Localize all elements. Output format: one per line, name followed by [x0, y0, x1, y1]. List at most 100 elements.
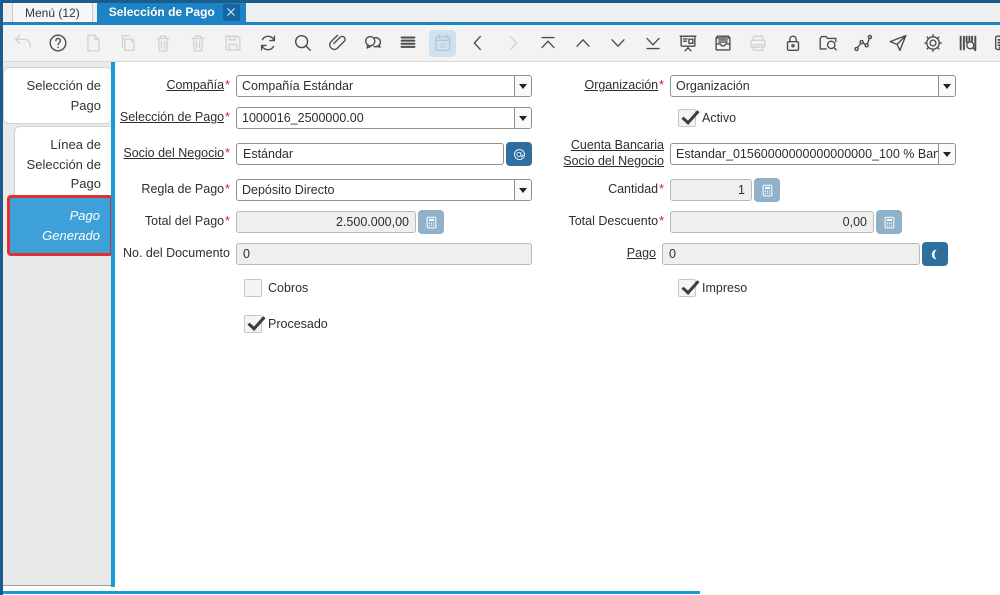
organizacion-select[interactable]: Organización [670, 75, 956, 97]
required-marker: * [659, 182, 664, 196]
business-partner-info-button[interactable] [506, 142, 532, 166]
no-documento-input[interactable]: 0 [236, 243, 532, 265]
organizacion-label[interactable]: Organización* [532, 78, 664, 94]
seleccion-pago-label[interactable]: Selección de Pago* [117, 110, 230, 126]
required-marker: * [659, 78, 664, 92]
impreso-label: Impreso [702, 281, 747, 295]
help-icon[interactable] [44, 30, 71, 57]
calculator-button[interactable] [754, 178, 780, 202]
workflow-icon[interactable] [849, 30, 876, 57]
toolbar: 31 [3, 25, 1000, 62]
chevron-left-icon[interactable] [464, 30, 491, 57]
sidebar-tab-seleccion-de-pago[interactable]: Selección de Pago [3, 67, 111, 124]
sidebar-tab-label: Pago Generado [20, 206, 100, 245]
delete-selection-icon [184, 30, 211, 57]
report-icon[interactable] [674, 30, 701, 57]
previous-record-icon[interactable] [569, 30, 596, 57]
calculator-icon [882, 215, 897, 230]
chat-icon[interactable] [359, 30, 386, 57]
sidebar-tab-label: Selección de Pago [27, 78, 101, 113]
cantidad-input[interactable]: 1 [670, 179, 752, 201]
close-icon[interactable] [223, 4, 240, 21]
calculator-icon [424, 215, 439, 230]
last-record-icon[interactable] [639, 30, 666, 57]
product-info-icon[interactable] [954, 30, 981, 57]
form-panel: Compañía* Compañía Estándar Organización… [115, 62, 1000, 586]
calculator-icon [760, 183, 775, 198]
tab-menu[interactable]: Menú (12) [12, 2, 93, 22]
seleccion-pago-select[interactable]: 1000016_2500000.00 [236, 107, 532, 129]
tab-active-label: Selección de Pago [109, 5, 215, 19]
cuenta-bancaria-value: Estandar_01560000000000000000_100 % Banc… [671, 144, 938, 164]
socio-input[interactable]: Estándar [236, 143, 504, 165]
refresh-icon[interactable] [254, 30, 281, 57]
cobros-label: Cobros [268, 281, 308, 295]
required-marker: * [225, 110, 230, 124]
calculator-button[interactable] [418, 210, 444, 234]
find-icon[interactable] [289, 30, 316, 57]
pago-zoom-button[interactable] [922, 242, 948, 266]
crescent-icon [928, 247, 943, 262]
total-descuento-input[interactable]: 0,00 [670, 211, 874, 233]
pago-input[interactable]: 0 [662, 243, 920, 265]
chevron-down-icon[interactable] [514, 76, 531, 96]
new-record-icon [79, 30, 106, 57]
activo-label: Activo [702, 111, 736, 125]
archive-icon[interactable] [709, 30, 736, 57]
organizacion-value: Organización [671, 76, 938, 96]
zoom-across-icon[interactable] [814, 30, 841, 57]
first-record-icon[interactable] [534, 30, 561, 57]
window-top-border [0, 0, 1000, 3]
print-icon [744, 30, 771, 57]
window-tabbar: Menú (12) Selección de Pago [0, 3, 1000, 25]
calendar-icon[interactable]: 31 [429, 30, 456, 57]
sidebar-divider [111, 62, 115, 587]
preference-icon[interactable] [919, 30, 946, 57]
no-documento-label: No. del Documento [117, 246, 230, 262]
total-pago-input[interactable]: 2.500.000,00 [236, 211, 416, 233]
procesado-checkbox[interactable] [244, 315, 262, 333]
chevron-down-icon[interactable] [514, 180, 531, 200]
required-marker: * [225, 78, 230, 92]
chevron-down-icon[interactable] [938, 76, 955, 96]
cuenta-bancaria-select[interactable]: Estandar_01560000000000000000_100 % Banc… [670, 143, 956, 165]
chevron-down-icon[interactable] [938, 144, 955, 164]
compania-select[interactable]: Compañía Estándar [236, 75, 532, 97]
socio-label[interactable]: Socio del Negocio* [117, 146, 230, 162]
tab-seleccion-de-pago[interactable]: Selección de Pago [97, 2, 246, 22]
calculator-button[interactable] [876, 210, 902, 234]
impreso-checkbox[interactable] [678, 279, 696, 297]
chevron-right-icon [499, 30, 526, 57]
compania-label[interactable]: Compañía* [117, 78, 230, 94]
send-icon[interactable] [884, 30, 911, 57]
grid-toggle-icon[interactable] [394, 30, 421, 57]
cantidad-label: Cantidad* [532, 182, 664, 198]
south-panel-edge[interactable] [0, 591, 700, 594]
sidebar-tab-linea-de-seleccion-de-pago[interactable]: Línea de Selección de Pago [14, 126, 111, 203]
cobros-checkbox[interactable] [244, 279, 262, 297]
activo-checkbox[interactable] [678, 109, 696, 127]
regla-pago-value: Depósito Directo [237, 180, 514, 200]
chevron-down-icon[interactable] [514, 108, 531, 128]
attachment-icon[interactable] [324, 30, 351, 57]
cuenta-bancaria-label[interactable]: Cuenta Bancaria Socio del Negocio [532, 138, 664, 169]
tab-menu-label: Menú (12) [25, 6, 80, 20]
seleccion-pago-value: 1000016_2500000.00 [237, 108, 514, 128]
copy-record-icon [114, 30, 141, 57]
required-marker: * [225, 146, 230, 160]
contact-icon [512, 147, 527, 162]
required-marker: * [225, 182, 230, 196]
log-icon[interactable] [989, 30, 1000, 57]
sidebar: Selección de Pago Línea de Selección de … [3, 62, 111, 586]
sidebar-tab-label: Línea de Selección de Pago [27, 137, 101, 191]
lock-icon[interactable] [779, 30, 806, 57]
regla-pago-label: Regla de Pago* [117, 182, 230, 198]
next-record-icon[interactable] [604, 30, 631, 57]
pago-label[interactable]: Pago [532, 246, 656, 262]
required-marker: * [659, 214, 664, 228]
total-pago-label: Total del Pago* [117, 214, 230, 230]
sidebar-tab-pago-generado[interactable]: Pago Generado [7, 195, 113, 256]
procesado-label: Procesado [268, 317, 328, 331]
regla-pago-select[interactable]: Depósito Directo [236, 179, 532, 201]
required-marker: * [225, 214, 230, 228]
